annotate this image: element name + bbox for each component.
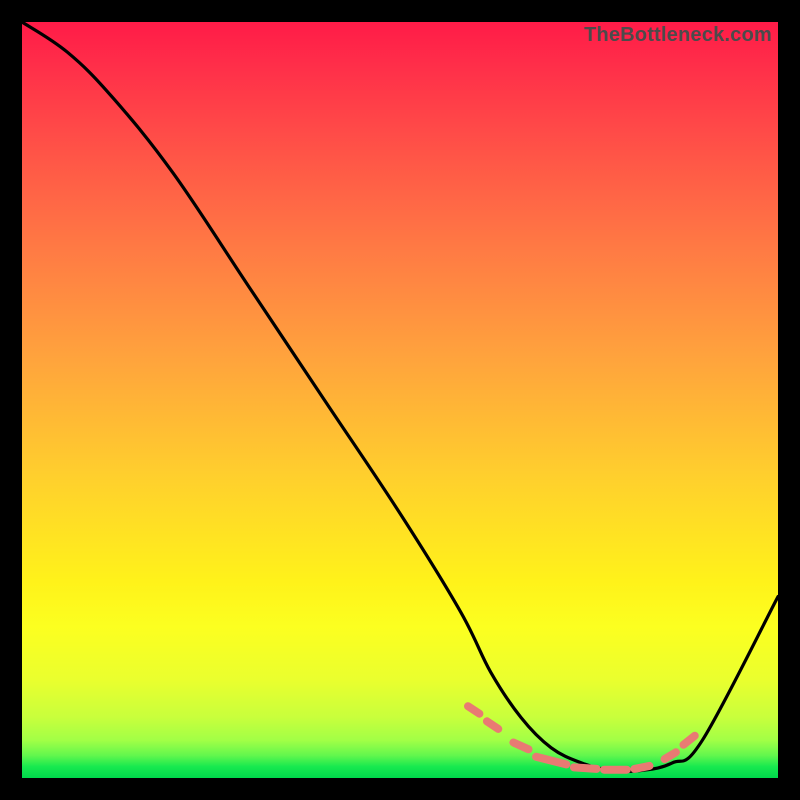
dashed-marker-segment (684, 736, 695, 745)
chart-frame: TheBottleneck.com (22, 22, 778, 778)
bottleneck-curve-svg (22, 22, 778, 778)
dashed-marker-group (468, 706, 695, 770)
dashed-marker-segment (574, 767, 597, 769)
dashed-marker-segment (536, 757, 566, 765)
dashed-marker-segment (487, 721, 498, 729)
dashed-marker-segment (634, 766, 649, 769)
dashed-marker-segment (513, 743, 528, 750)
dashed-marker-segment (665, 752, 676, 759)
watermark-text: TheBottleneck.com (584, 24, 772, 47)
bottleneck-curve-line (22, 22, 778, 771)
dashed-marker-segment (468, 706, 479, 714)
